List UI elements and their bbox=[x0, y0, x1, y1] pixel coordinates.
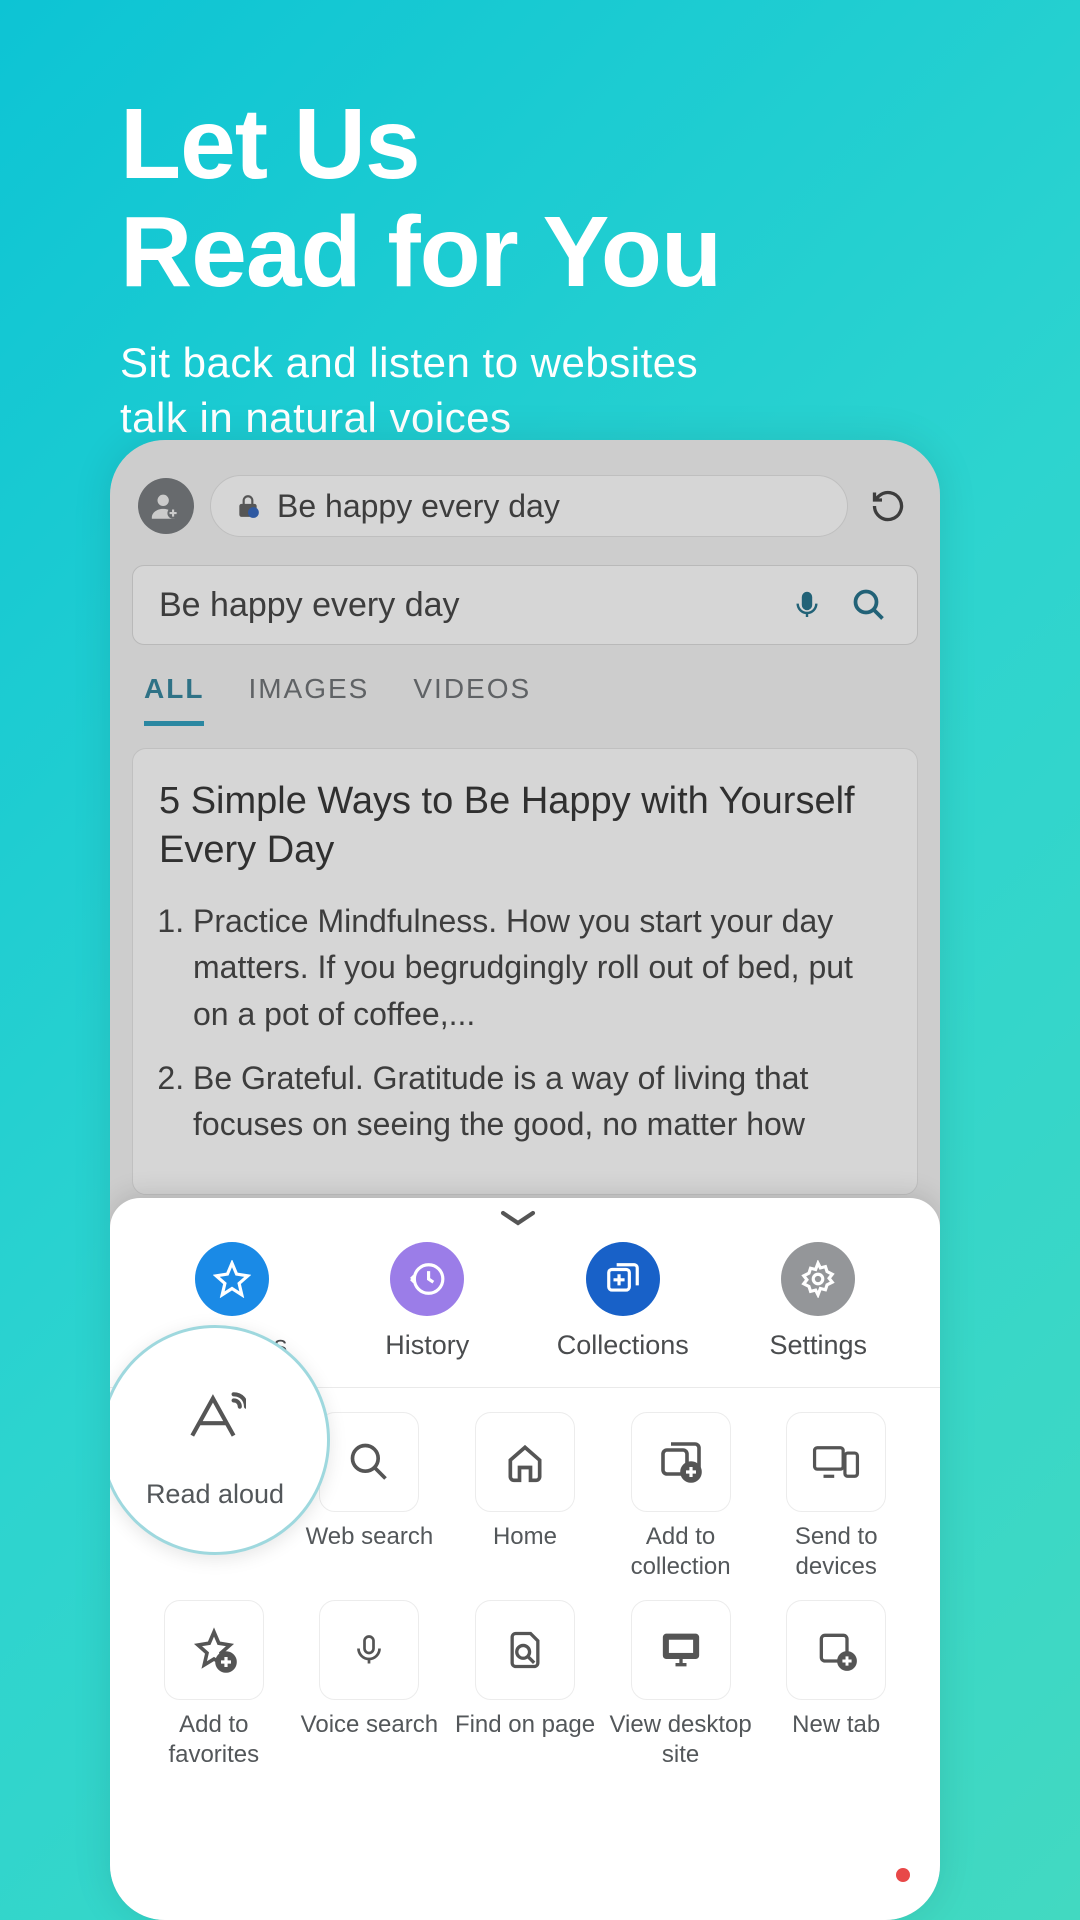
tab-videos[interactable]: VIDEOS bbox=[413, 673, 531, 726]
person-add-icon bbox=[149, 489, 183, 523]
add-collection-label: Add to collection bbox=[607, 1522, 755, 1582]
add-to-collection-button[interactable]: Add to collection bbox=[607, 1412, 755, 1582]
gear-icon bbox=[781, 1242, 855, 1316]
chevron-down-icon bbox=[496, 1208, 540, 1228]
hero-title-line2: Read for You bbox=[120, 196, 721, 308]
find-page-label: Find on page bbox=[455, 1710, 595, 1770]
profile-button[interactable] bbox=[138, 478, 194, 534]
home-button[interactable]: Home bbox=[451, 1412, 599, 1582]
search-field[interactable]: Be happy every day bbox=[132, 565, 918, 645]
hero-sub-line1: Sit back and listen to websites bbox=[120, 339, 698, 386]
reload-button[interactable] bbox=[864, 482, 912, 530]
microphone-icon bbox=[791, 586, 823, 624]
read-aloud-label: Read aloud bbox=[146, 1479, 284, 1510]
add-to-favorites-button[interactable]: Add to favorites bbox=[140, 1600, 288, 1770]
find-on-page-button[interactable]: Find on page bbox=[451, 1600, 599, 1770]
devices-icon bbox=[786, 1412, 886, 1512]
history-label: History bbox=[385, 1330, 469, 1361]
site-lock-icon bbox=[235, 491, 261, 521]
search-icon bbox=[851, 587, 887, 623]
web-search-label: Web search bbox=[306, 1522, 434, 1582]
hero-title: Let Us Read for You bbox=[120, 90, 960, 306]
voice-search-label: Voice search bbox=[301, 1710, 438, 1770]
phone-frame: Be happy every day Be happy every day AL… bbox=[110, 440, 940, 1920]
sheet-drag-handle[interactable] bbox=[496, 1208, 554, 1228]
result-item: Be Grateful. Gratitude is a way of livin… bbox=[193, 1055, 891, 1148]
settings-button[interactable]: Settings bbox=[748, 1242, 888, 1361]
search-icon bbox=[319, 1412, 419, 1512]
send-devices-label: Send to devices bbox=[762, 1522, 910, 1582]
menu-sheet: Favorites History Collections Settings bbox=[110, 1198, 940, 1920]
collection-add-icon bbox=[631, 1412, 731, 1512]
find-page-icon bbox=[475, 1600, 575, 1700]
hero-sub-line2: talk in natural voices bbox=[120, 394, 512, 441]
history-icon bbox=[390, 1242, 464, 1316]
result-title: 5 Simple Ways to Be Happy with Yourself … bbox=[159, 777, 891, 876]
collections-button[interactable]: Collections bbox=[553, 1242, 693, 1361]
home-label: Home bbox=[493, 1522, 557, 1582]
voice-search-button[interactable]: Voice search bbox=[296, 1600, 444, 1770]
tab-all[interactable]: ALL bbox=[144, 673, 204, 726]
history-button[interactable]: History bbox=[357, 1242, 497, 1361]
address-bar[interactable]: Be happy every day bbox=[210, 475, 848, 537]
collections-icon bbox=[586, 1242, 660, 1316]
hero-title-line1: Let Us bbox=[120, 88, 420, 200]
search-submit-button[interactable] bbox=[847, 583, 891, 627]
search-tabs: ALL IMAGES VIDEOS bbox=[110, 645, 940, 726]
address-bar-text: Be happy every day bbox=[277, 488, 560, 525]
send-to-devices-button[interactable]: Send to devices bbox=[762, 1412, 910, 1582]
settings-label: Settings bbox=[769, 1330, 867, 1361]
new-tab-button[interactable]: New tab bbox=[762, 1600, 910, 1770]
promo-header: Let Us Read for You Sit back and listen … bbox=[0, 0, 1080, 445]
star-icon bbox=[195, 1242, 269, 1316]
search-result-card[interactable]: 5 Simple Ways to Be Happy with Yourself … bbox=[132, 748, 918, 1195]
browser-top-bar: Be happy every day bbox=[110, 440, 940, 555]
collections-label: Collections bbox=[557, 1330, 689, 1361]
page-indicator-dot bbox=[896, 1868, 910, 1882]
view-desktop-site-button[interactable]: View desktop site bbox=[607, 1600, 755, 1770]
view-desktop-label: View desktop site bbox=[607, 1710, 755, 1770]
read-aloud-highlight[interactable]: Read aloud bbox=[110, 1325, 330, 1555]
microphone-icon bbox=[319, 1600, 419, 1700]
search-input-text: Be happy every day bbox=[159, 586, 767, 625]
read-aloud-icon bbox=[166, 1371, 264, 1463]
add-favorites-label: Add to favorites bbox=[140, 1710, 288, 1770]
result-list: Practice Mindfulness. How you start your… bbox=[159, 898, 891, 1148]
home-icon bbox=[475, 1412, 575, 1512]
voice-input-button[interactable] bbox=[785, 583, 829, 627]
reload-icon bbox=[870, 488, 906, 524]
new-tab-icon bbox=[786, 1600, 886, 1700]
star-add-icon bbox=[164, 1600, 264, 1700]
result-item: Practice Mindfulness. How you start your… bbox=[193, 898, 891, 1037]
desktop-icon bbox=[631, 1600, 731, 1700]
tab-images[interactable]: IMAGES bbox=[248, 673, 369, 726]
new-tab-label: New tab bbox=[792, 1710, 880, 1770]
hero-subtitle: Sit back and listen to websites talk in … bbox=[120, 336, 960, 445]
